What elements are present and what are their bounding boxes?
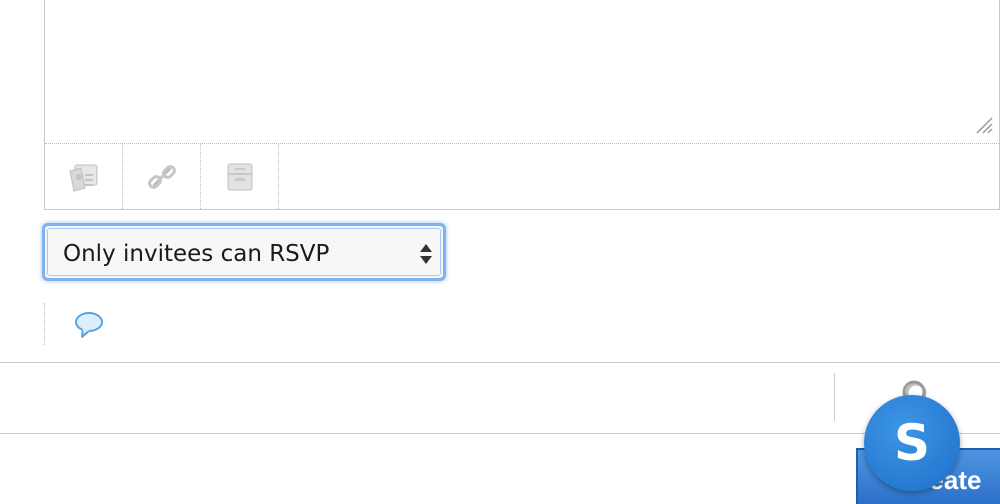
insert-file-button[interactable] [201, 144, 279, 209]
link-icon [147, 164, 176, 189]
archive-icon [227, 163, 252, 190]
editor-toolbar [45, 144, 279, 209]
description-textarea[interactable] [45, 0, 999, 143]
avatar-letter: S [893, 414, 930, 472]
description-editor [44, 0, 1000, 210]
insert-image-button[interactable] [45, 144, 123, 209]
floating-assistant-avatar[interactable]: S [864, 395, 960, 491]
speech-bubble-icon[interactable] [73, 309, 105, 341]
rsvp-permission-select[interactable]: Only invitees can RSVP [42, 223, 446, 281]
select-updown-icon [420, 244, 432, 264]
bottom-action-bar [0, 362, 1000, 434]
image-icon [68, 164, 97, 192]
resize-grip-icon[interactable] [975, 116, 993, 134]
rsvp-selected-option: Only invitees can RSVP [63, 241, 330, 267]
bar-separator [834, 373, 835, 421]
comment-row [44, 303, 124, 345]
insert-link-button[interactable] [123, 144, 201, 209]
